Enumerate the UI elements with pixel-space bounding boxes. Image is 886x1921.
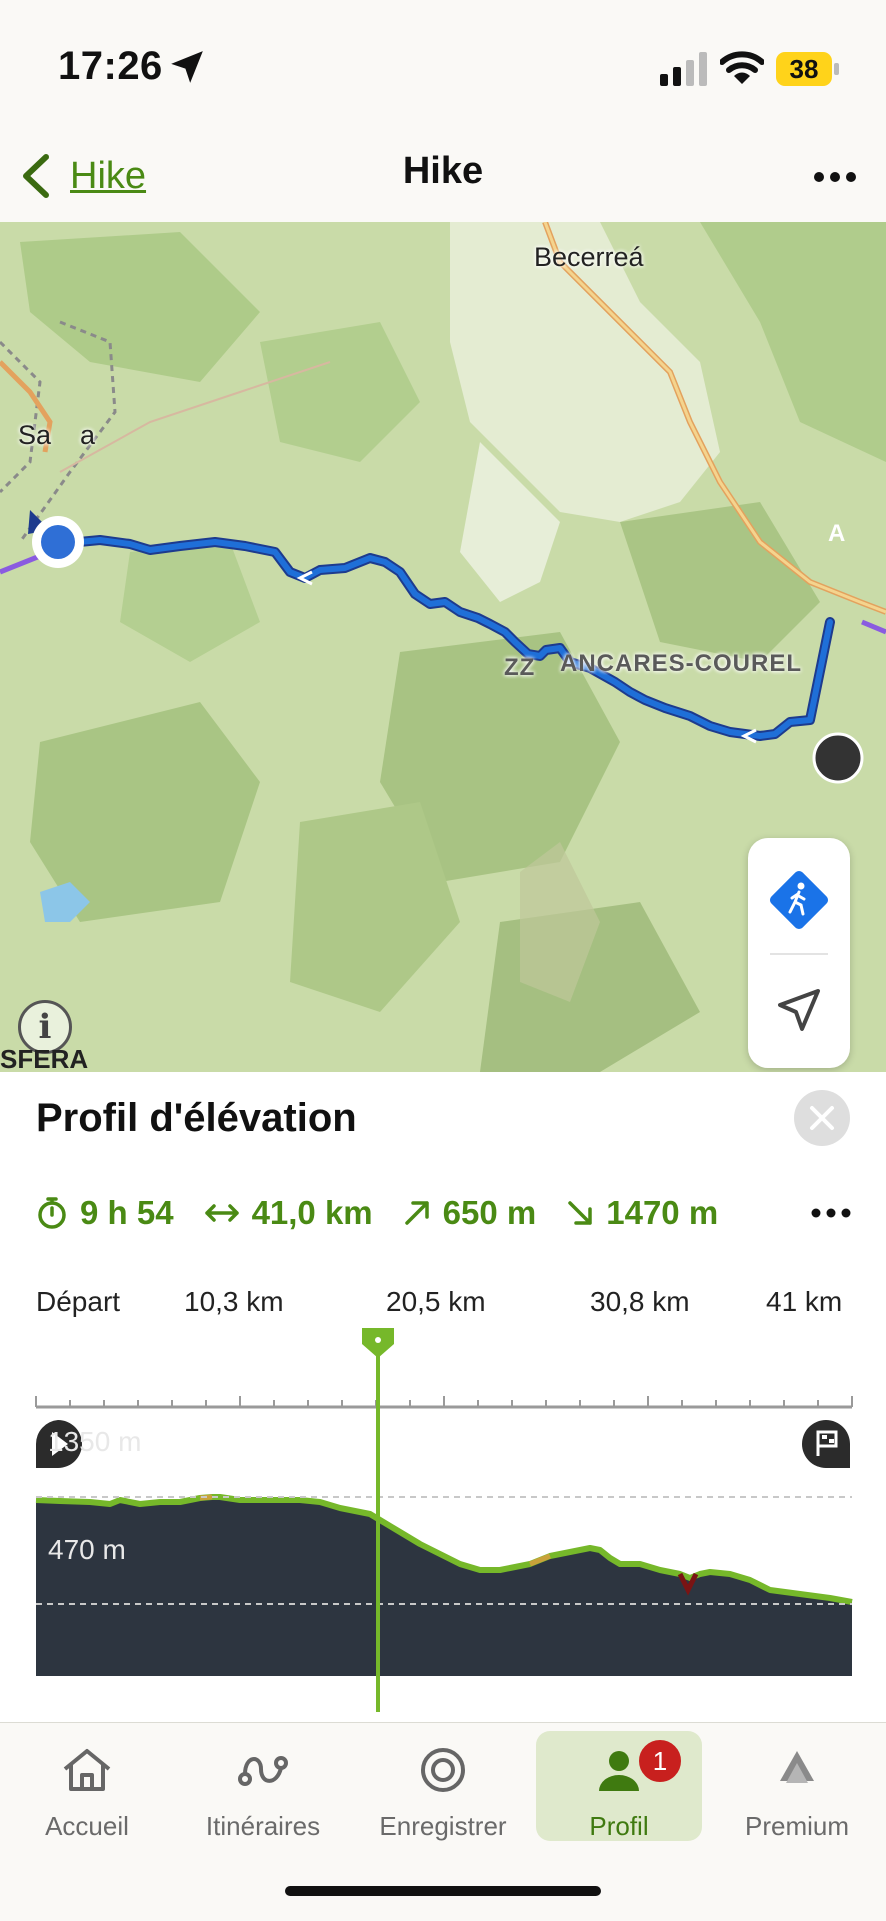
tab-label: Profil — [589, 1811, 649, 1841]
wifi-icon — [720, 51, 764, 84]
ascent-value: 650 m — [442, 1194, 537, 1231]
home-icon — [63, 1749, 111, 1791]
tab-label: Itinéraires — [205, 1811, 321, 1841]
descent-value: 1470 m — [606, 1194, 719, 1231]
location-arrow-icon — [171, 51, 203, 83]
tab-label: Accueil — [45, 1811, 129, 1841]
more-dots-icon — [811, 1208, 851, 1218]
page-title: Hike — [402, 150, 484, 192]
duration-stat: 9 h 54 — [36, 1194, 174, 1232]
map-label-town-part2: a — [80, 420, 96, 450]
close-icon — [810, 1106, 834, 1130]
y-label-low: 470 m — [48, 1534, 126, 1565]
tab-accueil[interactable]: Accueil — [4, 1731, 170, 1841]
map-view[interactable]: Becerreá Sa a ANCARES-COUREL ZZ A i SFER… — [0, 222, 886, 1072]
hiker-icon — [769, 870, 829, 930]
map-label-ancares-courel: ANCARES-COUREL — [560, 650, 802, 677]
elevation-title: Profil d'élévation — [36, 1096, 357, 1140]
distance-value: 41,0 km — [251, 1194, 373, 1231]
stats-more-button[interactable] — [806, 1188, 856, 1238]
elevation-chart[interactable] — [0, 1252, 886, 1722]
route-stats: 9 h 54 41,0 km 650 m 1470 m — [36, 1188, 856, 1238]
more-dots-icon — [814, 172, 856, 182]
battery-tip — [834, 63, 839, 75]
map-label-town-part1: Sa — [18, 420, 52, 450]
ascent-arrow-icon — [404, 1201, 429, 1225]
stopwatch-icon — [38, 1197, 66, 1229]
descent-arrow-icon — [568, 1201, 592, 1225]
duration-value: 9 h 54 — [80, 1194, 174, 1231]
battery-level: 38 — [776, 52, 832, 86]
tab-premium[interactable]: Premium — [714, 1731, 880, 1841]
activity-type-button[interactable] — [748, 850, 850, 950]
tab-label: Enregistrer — [379, 1811, 507, 1841]
distance-stat: 41,0 km — [204, 1194, 373, 1232]
recenter-location-button[interactable] — [748, 960, 850, 1060]
ascent-stat: 650 m — [403, 1194, 537, 1232]
notification-badge: 1 — [636, 1737, 684, 1785]
status-time: 17:26 — [58, 44, 163, 88]
cellular-signal-icon — [660, 52, 707, 86]
route-start-marker-label: A — [828, 520, 846, 547]
more-options-button[interactable] — [810, 152, 860, 202]
home-indicator — [285, 1886, 601, 1896]
distance-arrows-icon — [204, 1204, 239, 1222]
tab-label: Premium — [744, 1811, 849, 1841]
status-bar: 17:26 38 — [0, 0, 886, 130]
tab-profil[interactable]: 1 Profil — [536, 1731, 702, 1841]
map-label-fragment: ZZ — [504, 654, 536, 681]
descent-stat: 1470 m — [566, 1194, 718, 1232]
record-icon — [421, 1748, 465, 1792]
map-controls-panel — [748, 838, 850, 1068]
close-panel-button[interactable] — [794, 1090, 850, 1146]
battery-indicator: 38 — [776, 52, 842, 86]
y-label-high: 1350 m — [48, 1426, 142, 1457]
navigation-arrow-icon — [778, 989, 820, 1031]
premium-icon — [780, 1751, 814, 1783]
map-attribution: SFERA — [0, 1044, 89, 1072]
finish-flag-icon — [802, 1420, 850, 1468]
route-icon — [238, 1756, 288, 1786]
elevation-profile-area — [36, 1497, 852, 1676]
map-label-becerrea: Becerreá — [534, 242, 644, 272]
tab-enregistrer[interactable]: Enregistrer — [360, 1731, 526, 1841]
map-controls-divider — [770, 953, 828, 955]
tab-itineraires[interactable]: Itinéraires — [180, 1731, 346, 1841]
elevation-profile-panel: Profil d'élévation 9 h 54 41,0 km 650 m … — [0, 1072, 886, 1722]
navigation-bar: Hike Hike — [0, 130, 886, 223]
